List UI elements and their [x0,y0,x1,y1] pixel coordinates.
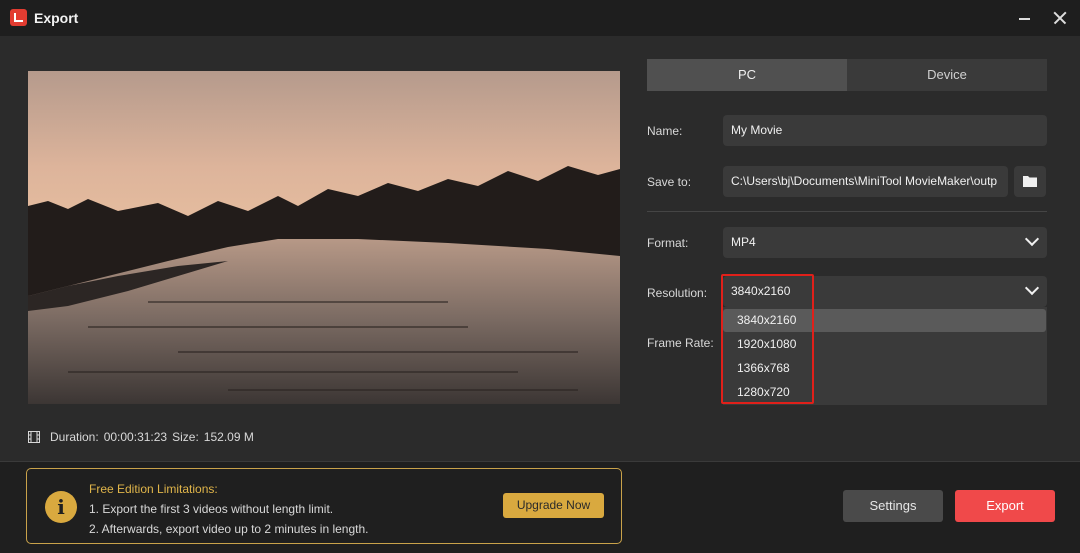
divider [647,211,1047,212]
limitations-line: 1. Export the first 3 videos without len… [89,502,334,516]
export-target-tabs: PC Device [647,59,1047,91]
film-icon [28,431,40,443]
save-to-label: Save to: [647,175,692,189]
resolution-option[interactable]: 1920x1080 [723,333,1046,356]
export-button[interactable]: Export [955,490,1055,522]
save-path-field[interactable]: C:\Users\bj\Documents\MiniTool MovieMake… [723,166,1008,197]
name-label: Name: [647,124,683,138]
browse-folder-button[interactable] [1014,166,1046,197]
resolution-option[interactable]: 1366x768 [723,357,1046,380]
resolution-option[interactable]: 1280x720 [723,381,1046,404]
resolution-label: Resolution: [647,286,708,300]
preview-image [28,71,620,404]
video-preview [28,71,620,404]
chevron-down-icon [1024,231,1040,247]
duration-value: 00:00:31:23 [103,430,168,444]
tab-device[interactable]: Device [847,59,1047,91]
settings-button[interactable]: Settings [843,490,943,522]
upgrade-now-button[interactable]: Upgrade Now [503,493,604,518]
resolution-dropdown: 3840x2160 1920x1080 1366x768 1280x720 [723,307,1047,405]
resolution-option[interactable]: 3840x2160 [723,309,1046,332]
resolution-select[interactable]: 3840x2160 [723,276,1047,307]
close-icon[interactable] [1048,6,1072,30]
tab-pc[interactable]: PC [647,59,847,91]
title-bar: Export [0,0,1080,36]
chevron-down-icon [1024,280,1040,296]
limitations-box: i Free Edition Limitations: 1. Export th… [26,468,622,544]
frame-rate-label: Frame Rate: [647,336,714,350]
size-value: 152.09 M [203,430,254,444]
info-icon: i [45,491,77,523]
size-label: Size: [172,430,199,444]
limitations-line: 2. Afterwards, export video up to 2 minu… [89,522,369,536]
format-select[interactable]: MP4 [723,227,1047,258]
duration-label: Duration: [50,430,99,444]
format-value: MP4 [731,235,756,249]
folder-icon [1023,176,1037,187]
app-logo-icon [10,9,27,26]
minimize-icon[interactable] [1012,6,1036,30]
format-label: Format: [647,236,689,250]
window-title: Export [34,10,79,26]
video-info: Duration: 00:00:31:23 Size: 152.09 M [28,430,259,444]
name-field[interactable]: My Movie [723,115,1047,146]
limitations-title: Free Edition Limitations: [89,482,218,496]
resolution-value: 3840x2160 [731,284,791,298]
